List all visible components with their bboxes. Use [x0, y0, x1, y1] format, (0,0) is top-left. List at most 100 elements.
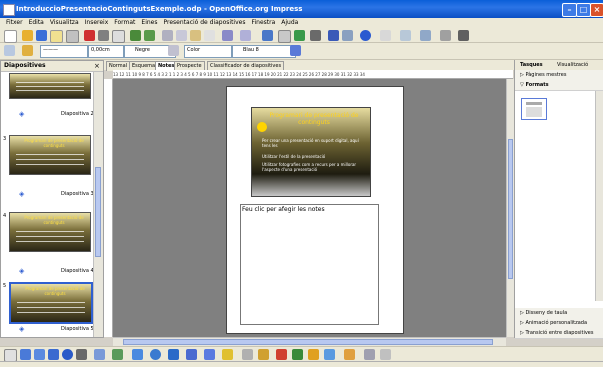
menu-slideshow[interactable]: Presentació de diapositives: [164, 18, 246, 28]
print-icon[interactable]: [98, 30, 109, 41]
maximize-button[interactable]: □: [576, 3, 591, 17]
slide-icon[interactable]: [380, 30, 391, 41]
slide-number-5: 5: [3, 283, 7, 289]
menu-view[interactable]: Visualitza: [50, 18, 79, 28]
slide-thumbnail-2[interactable]: [9, 73, 91, 99]
spellcheck-icon[interactable]: [130, 30, 141, 41]
extrusion-icon[interactable]: [308, 349, 319, 360]
table-icon[interactable]: [278, 30, 291, 43]
notes-placeholder-box[interactable]: [240, 204, 379, 325]
tasks-view-menu[interactable]: Visualització: [557, 60, 588, 70]
text-tool-icon[interactable]: [76, 349, 87, 360]
clone-format-icon[interactable]: [204, 30, 215, 41]
notes-placeholder-text[interactable]: Feu clic per afegir les notes: [242, 206, 325, 213]
menu-insert[interactable]: Insereix: [85, 18, 109, 28]
layouts-section[interactable]: ▽ Formats: [515, 80, 603, 91]
interaction-icon[interactable]: [344, 349, 355, 360]
redo-icon[interactable]: [240, 30, 251, 41]
area-style-select[interactable]: Color: [184, 45, 232, 58]
symbol-shapes-icon[interactable]: [150, 349, 161, 360]
menu-file[interactable]: Fitxer: [6, 18, 23, 28]
slide-thumbnail-title: Programari de presentació de continguts: [24, 138, 84, 148]
menu-tools[interactable]: Eines: [141, 18, 157, 28]
navigator-icon[interactable]: [328, 30, 339, 41]
line-style-select[interactable]: ———: [40, 45, 88, 58]
fontwork-icon[interactable]: [258, 349, 269, 360]
menu-window[interactable]: Finestra: [251, 18, 275, 28]
slideshow-icon[interactable]: [440, 30, 451, 41]
slide-4-show-icon: ◈: [19, 267, 25, 275]
tasks-scrollbar[interactable]: [595, 91, 603, 301]
slide-thumbnail-5[interactable]: Programari de presentació de continguts: [9, 282, 93, 324]
shadow-icon[interactable]: [290, 45, 301, 56]
grid-icon[interactable]: [310, 30, 321, 41]
help-icon[interactable]: [360, 30, 371, 41]
points-icon[interactable]: [242, 349, 253, 360]
edit-file-icon[interactable]: [66, 30, 79, 43]
slides-scrollbar-thumb[interactable]: [95, 167, 101, 257]
effects-icon[interactable]: [324, 349, 335, 360]
menu-format[interactable]: Format: [114, 18, 135, 28]
slide-transition-section[interactable]: ▷ Transició entre diapositives: [515, 328, 603, 339]
stars-icon[interactable]: [222, 349, 233, 360]
open-folder-icon[interactable]: [22, 30, 33, 41]
from-file-icon[interactable]: [276, 349, 287, 360]
arrow-line-icon[interactable]: [34, 349, 45, 360]
paste-icon[interactable]: [190, 30, 201, 41]
close-button[interactable]: ×: [590, 3, 603, 17]
gallery-icon[interactable]: [292, 349, 303, 360]
menu-edit[interactable]: Edita: [29, 18, 44, 28]
alignment-icon[interactable]: [364, 349, 375, 360]
curve-tool-icon[interactable]: [94, 349, 105, 360]
slide-preview[interactable]: Programari de presentació de continguts …: [251, 107, 371, 197]
area-color-select[interactable]: Blau 8: [232, 45, 296, 58]
slide-2-show-icon: ◈: [19, 110, 25, 118]
basic-shapes-icon[interactable]: [132, 349, 143, 360]
line-tool-icon[interactable]: [20, 349, 31, 360]
slide-label-2: Diapositiva 2: [61, 111, 94, 117]
layout-title-content[interactable]: [521, 98, 547, 120]
minimize-button[interactable]: –: [562, 3, 577, 17]
zoom-icon[interactable]: [342, 30, 353, 41]
export-pdf-icon[interactable]: [84, 30, 95, 41]
line-style-icon[interactable]: [4, 45, 15, 56]
line-width-field[interactable]: 0,00cm: [88, 45, 124, 58]
area-icon[interactable]: [168, 45, 179, 56]
slide-layout-icon[interactable]: [420, 30, 431, 41]
slides-panel-title: Diapositives: [1, 61, 103, 72]
slide-number-3: 3: [3, 136, 7, 142]
email-icon[interactable]: [50, 30, 63, 43]
slide-thumbnail-4[interactable]: Programari de presentació de continguts: [9, 212, 91, 252]
ellipse-tool-icon[interactable]: [62, 349, 73, 360]
chart-icon[interactable]: [262, 30, 273, 41]
callouts-icon[interactable]: [204, 349, 215, 360]
autospellcheck-icon[interactable]: [144, 30, 155, 41]
canvas-vertical-scrollbar[interactable]: [506, 79, 514, 337]
slides-scrollbar[interactable]: [93, 72, 103, 337]
save-icon[interactable]: [36, 30, 47, 41]
slide-thumbnail-3[interactable]: Programari de presentació de continguts: [9, 135, 91, 175]
slide-design-icon[interactable]: [400, 30, 411, 41]
close-panel-icon[interactable]: ×: [94, 62, 100, 70]
arrange-icon[interactable]: [380, 349, 391, 360]
connector-tool-icon[interactable]: [112, 349, 123, 360]
tasks-panel: Tasques Visualització ▷ Pàgines mestres …: [514, 60, 603, 339]
cut-icon[interactable]: [162, 30, 173, 41]
close-document-icon[interactable]: [458, 30, 469, 41]
canvas-scrollbar-thumb[interactable]: [508, 139, 513, 279]
line-fill-toolbar: ——— 0,00cm Negre Color Blau 8: [0, 43, 603, 97]
rectangle-tool-icon[interactable]: [48, 349, 59, 360]
undo-icon[interactable]: [222, 30, 233, 41]
slide-transition-label: Transició entre diapositives: [525, 330, 594, 336]
canvas-hscroll-thumb[interactable]: [123, 339, 493, 345]
layouts-label: Formats: [525, 82, 549, 88]
block-arrows-icon[interactable]: [168, 349, 179, 360]
canvas-horizontal-scrollbar[interactable]: [113, 337, 506, 346]
new-document-icon[interactable]: [4, 30, 17, 43]
hyperlink-icon[interactable]: [294, 30, 305, 41]
arrow-style-icon[interactable]: [22, 45, 33, 56]
menu-help[interactable]: Ajuda: [281, 18, 298, 28]
copy-icon[interactable]: [176, 30, 187, 41]
flowchart-icon[interactable]: [186, 349, 197, 360]
page-preview-icon[interactable]: [112, 30, 125, 43]
